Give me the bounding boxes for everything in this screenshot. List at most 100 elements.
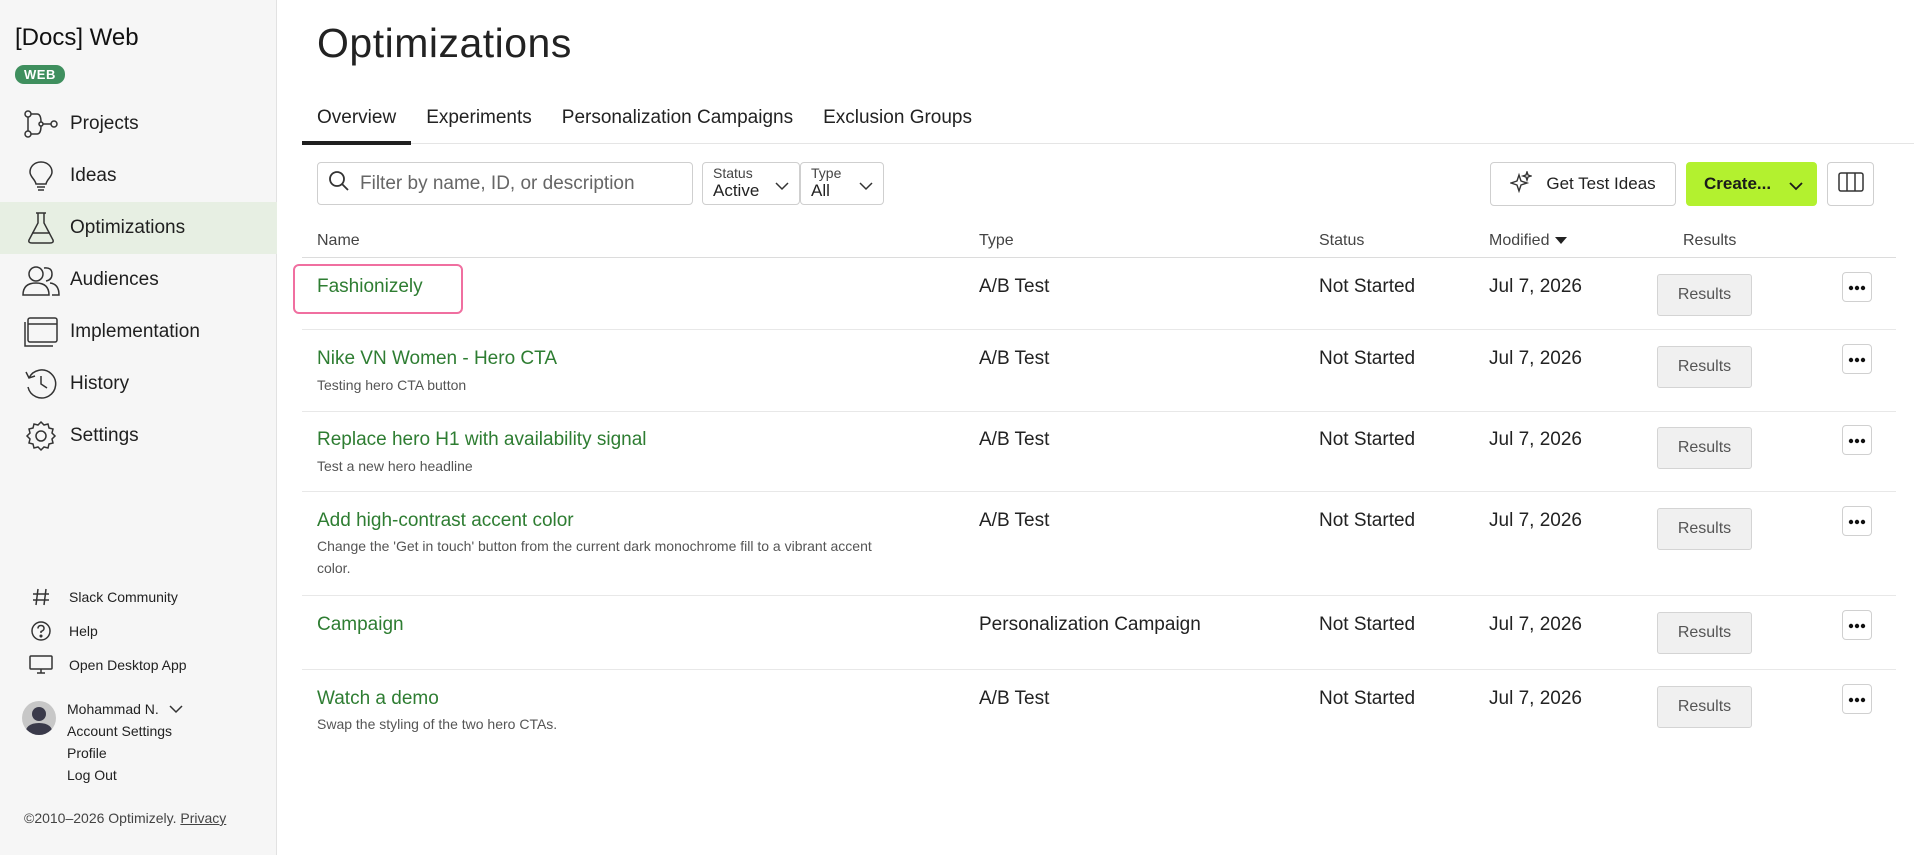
table-row: Campaign Personalization Campaign Not St… (302, 596, 1896, 670)
optimization-name-link[interactable]: Watch a demo (317, 688, 439, 710)
more-horizontal-icon (1848, 690, 1866, 708)
results-button[interactable]: Results (1657, 427, 1752, 469)
results-button[interactable]: Results (1657, 346, 1752, 388)
more-horizontal-icon (1848, 616, 1866, 634)
flask-icon (22, 209, 60, 247)
status-select[interactable]: Status Active (702, 162, 800, 205)
table-header: Name Type Status Modified Results (302, 226, 1896, 258)
modified-cell: Jul 7, 2026 (1489, 614, 1582, 635)
more-actions-button[interactable] (1842, 344, 1872, 374)
status-cell: Not Started (1319, 688, 1416, 709)
results-button[interactable]: Results (1657, 686, 1752, 728)
sidebar-utilities: Slack Community Help Open Desktop App (0, 580, 277, 682)
status-cell: Not Started (1319, 614, 1416, 635)
more-horizontal-icon (1848, 512, 1866, 530)
optimization-name-link[interactable]: Fashionizely (317, 276, 423, 298)
audiences-icon (22, 261, 60, 299)
footer: ©2010–2026 Optimizely. Privacy (24, 810, 226, 826)
search-icon (328, 170, 350, 197)
help-icon (28, 618, 54, 644)
project-title: [Docs] Web (15, 24, 139, 51)
sidebar-item-implementation[interactable]: Implementation (0, 306, 277, 358)
more-actions-button[interactable] (1842, 610, 1872, 640)
slack-community-link[interactable]: Slack Community (0, 580, 277, 614)
more-actions-button[interactable] (1842, 684, 1872, 714)
gear-icon (22, 417, 60, 455)
desktop-icon (28, 652, 54, 678)
slack-community-label: Slack Community (69, 589, 178, 605)
account-settings-link[interactable]: Account Settings (67, 720, 267, 742)
sidebar-item-projects[interactable]: Projects (0, 98, 277, 150)
tab-personalization-campaigns[interactable]: Personalization Campaigns (547, 100, 808, 144)
status-cell: Not Started (1319, 510, 1416, 531)
profile-link[interactable]: Profile (67, 742, 267, 764)
tab-experiments[interactable]: Experiments (411, 100, 547, 144)
more-actions-button[interactable] (1842, 425, 1872, 455)
column-header-modified-label: Modified (1489, 232, 1550, 249)
open-desktop-app-link[interactable]: Open Desktop App (0, 648, 277, 682)
filter-input[interactable] (360, 172, 680, 195)
log-out-link[interactable]: Log Out (67, 764, 267, 786)
sidebar-item-label: Audiences (70, 269, 159, 290)
modified-cell: Jul 7, 2026 (1489, 510, 1582, 531)
more-horizontal-icon (1848, 431, 1866, 449)
avatar[interactable] (22, 701, 56, 735)
more-actions-button[interactable] (1842, 506, 1872, 536)
user-name-toggle[interactable]: Mohammad N. (67, 698, 267, 720)
table-row: Nike VN Women - Hero CTA Testing hero CT… (302, 330, 1896, 412)
sidebar-item-ideas[interactable]: Ideas (0, 150, 277, 202)
status-cell: Not Started (1319, 429, 1416, 450)
optimization-name-link[interactable]: Replace hero H1 with availability signal (317, 429, 647, 451)
more-actions-button[interactable] (1842, 272, 1872, 302)
modified-cell: Jul 7, 2026 (1489, 348, 1582, 369)
column-header-type[interactable]: Type (979, 232, 1014, 250)
user-menu: Mohammad N. Account Settings Profile Log… (67, 698, 267, 786)
type-select[interactable]: Type All (800, 162, 884, 205)
table-row: Replace hero H1 with availability signal… (302, 412, 1896, 492)
optimization-name-link[interactable]: Nike VN Women - Hero CTA (317, 348, 557, 370)
privacy-link[interactable]: Privacy (180, 810, 226, 826)
sidebar-item-label: Projects (70, 113, 139, 134)
lightbulb-icon (22, 157, 60, 195)
column-header-modified[interactable]: Modified (1489, 232, 1568, 250)
optimization-name-link[interactable]: Campaign (317, 614, 404, 636)
tab-overview[interactable]: Overview (302, 100, 412, 145)
sidebar-item-audiences[interactable]: Audiences (0, 254, 277, 306)
main-content: Optimizations Overview Experiments Perso… (278, 0, 1914, 855)
results-button[interactable]: Results (1657, 274, 1752, 316)
results-button[interactable]: Results (1657, 612, 1752, 654)
type-cell: A/B Test (979, 429, 1050, 450)
modified-cell: Jul 7, 2026 (1489, 276, 1582, 297)
create-button[interactable]: Create... (1686, 162, 1817, 206)
sidebar-item-label: Implementation (70, 321, 200, 342)
more-horizontal-icon (1848, 350, 1866, 368)
history-icon (22, 365, 60, 403)
tabs: Overview Experiments Personalization Cam… (302, 100, 1914, 145)
sidebar-item-settings[interactable]: Settings (0, 410, 277, 462)
type-cell: A/B Test (979, 276, 1050, 297)
column-header-name[interactable]: Name (317, 232, 360, 250)
status-cell: Not Started (1319, 276, 1416, 297)
optimization-name-link[interactable]: Add high-contrast accent color (317, 510, 574, 532)
sidebar: [Docs] Web WEB Projects Ideas Optimizati… (0, 0, 277, 855)
filter-field[interactable] (317, 162, 693, 205)
modified-cell: Jul 7, 2026 (1489, 429, 1582, 450)
copyright-text: ©2010–2026 Optimizely. (24, 810, 177, 826)
help-link[interactable]: Help (0, 614, 277, 648)
user-name: Mohammad N. (67, 701, 159, 717)
columns-icon (1837, 171, 1864, 197)
optimization-description: Change the 'Get in touch' button from th… (317, 538, 872, 554)
tab-exclusion-groups[interactable]: Exclusion Groups (808, 100, 987, 144)
columns-toggle-button[interactable] (1827, 162, 1874, 206)
sidebar-item-history[interactable]: History (0, 358, 277, 410)
get-test-ideas-button[interactable]: Get Test Ideas (1490, 162, 1676, 206)
status-cell: Not Started (1319, 348, 1416, 369)
column-header-status[interactable]: Status (1319, 232, 1364, 250)
optimization-description: Test a new hero headline (317, 458, 473, 474)
results-button[interactable]: Results (1657, 508, 1752, 550)
table-row: Fashionizely A/B Test Not Started Jul 7,… (302, 258, 1896, 330)
type-cell: A/B Test (979, 688, 1050, 709)
projects-icon (22, 105, 60, 143)
sidebar-item-optimizations[interactable]: Optimizations (0, 202, 277, 254)
more-horizontal-icon (1848, 278, 1866, 296)
